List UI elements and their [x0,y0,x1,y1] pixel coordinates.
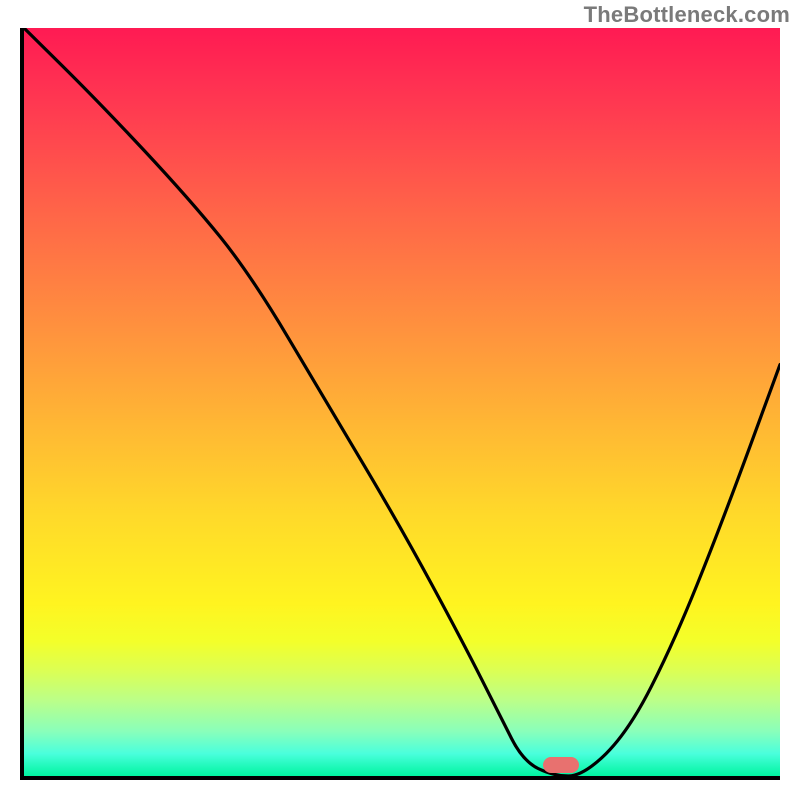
bottleneck-curve-path [24,28,780,776]
plot-area [20,28,780,780]
chart-container: TheBottleneck.com [0,0,800,800]
optimum-marker [543,757,579,773]
watermark-label: TheBottleneck.com [584,2,790,28]
bottleneck-curve-svg [24,28,780,776]
